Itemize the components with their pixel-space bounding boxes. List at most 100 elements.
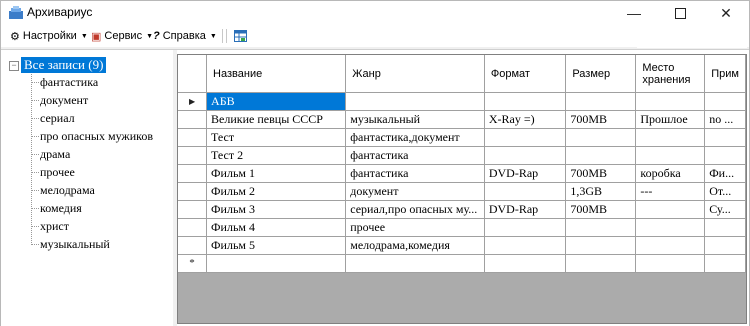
table-row[interactable]: ▶ АБВ: [178, 92, 746, 111]
cell-size[interactable]: [565, 92, 637, 111]
cell-size[interactable]: 700MB: [565, 110, 637, 129]
table-row[interactable]: Тест фантастика,документ: [178, 128, 746, 147]
cell-name[interactable]: Великие певцы СССР: [206, 110, 347, 129]
cell-size[interactable]: [565, 218, 637, 237]
table-row[interactable]: Фильм 1 фантастика DVD-Rap 700MB коробка…: [178, 164, 746, 183]
collapse-icon[interactable]: −: [9, 61, 19, 71]
row-header[interactable]: [178, 182, 208, 201]
tree-root-all-records[interactable]: Все записи (9): [21, 57, 107, 73]
cell-format[interactable]: DVD-Rap: [484, 200, 567, 219]
cell-genre[interactable]: фантастика,документ: [345, 128, 485, 147]
column-header-location[interactable]: Место хранения: [635, 55, 706, 93]
cell-name[interactable]: Фильм 2: [206, 182, 347, 201]
row-header-corner[interactable]: [178, 55, 208, 93]
cell-genre[interactable]: [345, 254, 485, 273]
tree-item-pro-opasnyh[interactable]: про опасных мужиков: [31, 128, 153, 144]
cell-note[interactable]: [704, 218, 746, 237]
cell-location[interactable]: [635, 200, 706, 219]
cell-size[interactable]: [565, 128, 637, 147]
tree-item-fantastika[interactable]: фантастика: [31, 74, 98, 90]
cell-genre[interactable]: сериал,про опасных му...: [345, 200, 485, 219]
tree-item-komediya[interactable]: комедия: [31, 200, 82, 216]
toolbar-search-field[interactable]: [637, 26, 747, 48]
cell-format[interactable]: [484, 236, 567, 255]
cell-location[interactable]: коробка: [635, 164, 706, 183]
new-row-icon[interactable]: *: [178, 254, 208, 273]
close-button[interactable]: ✕: [703, 1, 749, 25]
cell-name[interactable]: Фильм 1: [206, 164, 347, 183]
help-menu-button[interactable]: ? Справка ▼: [153, 29, 217, 43]
tree-item-dokument[interactable]: документ: [31, 92, 88, 108]
cell-size[interactable]: [565, 254, 637, 273]
row-header[interactable]: [178, 218, 208, 237]
service-menu-button[interactable]: ▣ Сервис ▼: [91, 29, 153, 43]
table-row[interactable]: Фильм 4 прочее: [178, 218, 746, 237]
table-row[interactable]: Великие певцы СССР музыкальный X-Ray =) …: [178, 110, 746, 129]
cell-location[interactable]: [635, 236, 706, 255]
cell-location[interactable]: [635, 92, 706, 111]
tree-item-drama[interactable]: драма: [31, 146, 70, 162]
cell-genre[interactable]: [345, 92, 485, 111]
cell-note[interactable]: no ...: [704, 110, 746, 129]
minimize-button[interactable]: —: [611, 1, 657, 25]
row-header[interactable]: [178, 164, 208, 183]
cell-format[interactable]: X-Ray =): [484, 110, 567, 129]
row-header[interactable]: [178, 146, 208, 165]
table-row[interactable]: Фильм 3 сериал,про опасных му... DVD-Rap…: [178, 200, 746, 219]
new-record-row[interactable]: *: [178, 254, 746, 273]
row-header[interactable]: [178, 128, 208, 147]
cell-size[interactable]: [565, 236, 637, 255]
cell-name[interactable]: АБВ: [206, 92, 347, 111]
cell-format[interactable]: [484, 146, 567, 165]
column-header-genre[interactable]: Жанр: [345, 55, 485, 93]
cell-note[interactable]: Фи...: [704, 164, 746, 183]
column-header-name[interactable]: Название: [206, 55, 347, 93]
table-view-button[interactable]: [234, 29, 247, 43]
category-tree[interactable]: − Все записи (9) фантастика документ сер…: [3, 54, 173, 324]
cell-genre[interactable]: мелодрама,комедия: [345, 236, 485, 255]
cell-size[interactable]: [565, 146, 637, 165]
cell-genre[interactable]: фантастика: [345, 164, 485, 183]
table-row[interactable]: Фильм 5 мелодрама,комедия: [178, 236, 746, 255]
cell-name[interactable]: [206, 254, 347, 273]
cell-genre[interactable]: музыкальный: [345, 110, 485, 129]
cell-name[interactable]: Фильм 5: [206, 236, 347, 255]
tree-item-muzykalnyi[interactable]: музыкальный: [31, 236, 110, 252]
cell-format[interactable]: [484, 128, 567, 147]
cell-format[interactable]: [484, 182, 567, 201]
cell-note[interactable]: От...: [704, 182, 746, 201]
cell-location[interactable]: Прошлое: [635, 110, 706, 129]
cell-size[interactable]: 700MB: [565, 164, 637, 183]
cell-format[interactable]: [484, 254, 567, 273]
cell-location[interactable]: [635, 146, 706, 165]
cell-note[interactable]: Су...: [704, 200, 746, 219]
table-row[interactable]: Тест 2 фантастика: [178, 146, 746, 165]
cell-genre[interactable]: фантастика: [345, 146, 485, 165]
cell-genre[interactable]: прочее: [345, 218, 485, 237]
tree-item-prochee[interactable]: прочее: [31, 164, 75, 180]
cell-format[interactable]: DVD-Rap: [484, 164, 567, 183]
tree-item-serial[interactable]: сериал: [31, 110, 75, 126]
current-row-icon[interactable]: ▶: [178, 92, 208, 111]
maximize-button[interactable]: [657, 1, 703, 25]
cell-note[interactable]: [704, 92, 746, 111]
cell-size[interactable]: 1,3GB: [565, 182, 637, 201]
cell-note[interactable]: [704, 146, 746, 165]
tree-item-hrist[interactable]: христ: [31, 218, 69, 234]
cell-format[interactable]: [484, 92, 567, 111]
table-row[interactable]: Фильм 2 документ 1,3GB --- От...: [178, 182, 746, 201]
cell-name[interactable]: Тест 2: [206, 146, 347, 165]
cell-name[interactable]: Тест: [206, 128, 347, 147]
column-header-note[interactable]: Прим: [704, 55, 746, 93]
cell-location[interactable]: [635, 218, 706, 237]
tree-item-melodrama[interactable]: мелодрама: [31, 182, 95, 198]
row-header[interactable]: [178, 200, 208, 219]
cell-genre[interactable]: документ: [345, 182, 485, 201]
cell-note[interactable]: [704, 128, 746, 147]
cell-location[interactable]: [635, 254, 706, 273]
column-header-format[interactable]: Формат: [484, 55, 567, 93]
cell-note[interactable]: [704, 254, 746, 273]
cell-location[interactable]: ---: [635, 182, 706, 201]
row-header[interactable]: [178, 236, 208, 255]
column-header-size[interactable]: Размер: [565, 55, 637, 93]
